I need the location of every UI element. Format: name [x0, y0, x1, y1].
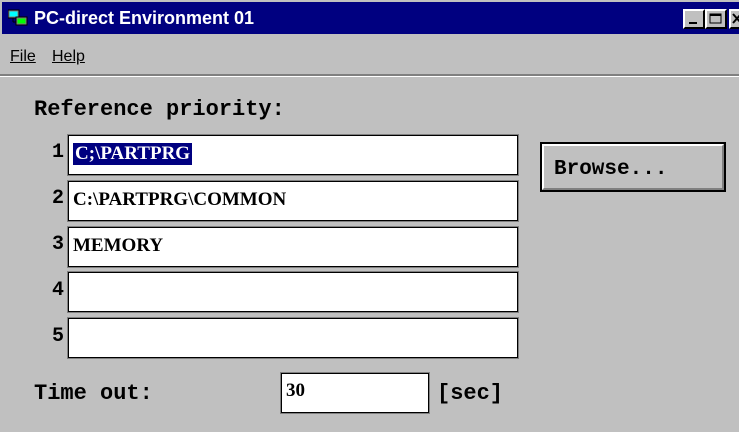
browse-button[interactable]: Browse... [540, 142, 726, 192]
maximize-icon [709, 13, 722, 24]
timeout-label: Time out: [34, 381, 153, 406]
timeout-unit-label: [sec] [437, 381, 504, 406]
title-bar[interactable]: PC-direct Environment 01 [2, 2, 739, 34]
row-number-4: 4 [51, 279, 64, 302]
reference-path-input-1[interactable]: C;\PARTPRG [67, 134, 519, 176]
row-number-3: 3 [51, 233, 64, 256]
browse-button-bevel: Browse... [542, 144, 724, 190]
reference-path-input-5[interactable] [67, 317, 519, 359]
menu-file-label: File [10, 48, 36, 65]
minimize-button[interactable] [683, 9, 705, 29]
row-number-1: 1 [51, 141, 64, 164]
reference-path-text-1: C;\PARTPRG [73, 143, 193, 165]
reference-path-input-4[interactable] [67, 271, 519, 313]
close-icon [732, 13, 739, 24]
browse-button-label: Browse... [554, 158, 668, 181]
reference-priority-label: Reference priority: [34, 97, 285, 122]
pc-direct-environment-window: PC-direct Environment 01 File Help Refer… [0, 0, 739, 432]
menu-file[interactable]: File [10, 48, 36, 66]
reference-path-input-2[interactable]: C:\PARTPRG\COMMON [67, 180, 519, 222]
row-number-2: 2 [51, 187, 64, 210]
close-button[interactable] [729, 9, 739, 29]
reference-path-text-3: MEMORY [73, 235, 164, 256]
maximize-button[interactable] [705, 9, 727, 29]
minimize-icon [689, 22, 697, 24]
menu-separator [0, 74, 739, 77]
row-number-5: 5 [51, 325, 64, 348]
timeout-value: 30 [286, 380, 305, 401]
reference-path-text-2: C:\PARTPRG\COMMON [73, 189, 287, 210]
menu-help[interactable]: Help [52, 48, 85, 66]
app-icon[interactable] [8, 9, 28, 27]
timeout-input[interactable]: 30 [280, 372, 430, 414]
menu-help-label: Help [52, 48, 85, 65]
window-title: PC-direct Environment 01 [34, 8, 255, 28]
reference-path-input-3[interactable]: MEMORY [67, 226, 519, 268]
menu-bar: File Help [2, 36, 739, 70]
